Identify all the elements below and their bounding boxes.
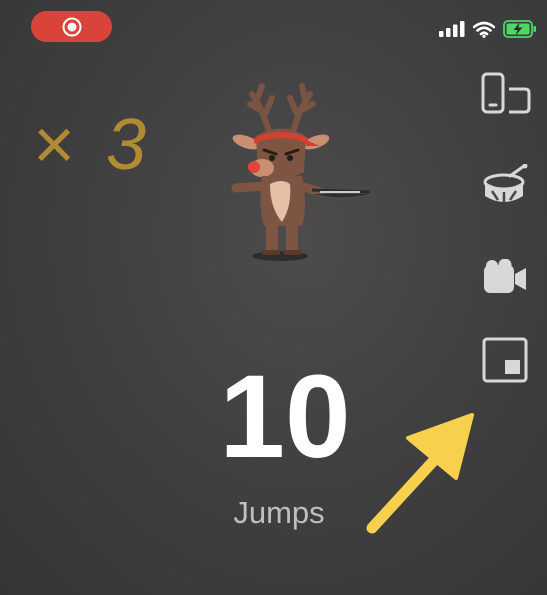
reindeer-icon bbox=[231, 83, 373, 261]
device-rotate-icon bbox=[481, 72, 531, 114]
camera-button[interactable] bbox=[474, 247, 536, 307]
video-camera-icon bbox=[484, 259, 526, 293]
screen-recording-indicator[interactable] bbox=[31, 11, 112, 42]
pointer-arrow-icon bbox=[366, 413, 474, 534]
record-icon bbox=[62, 17, 81, 36]
battery-charging-icon bbox=[503, 20, 536, 38]
picture-in-picture-icon bbox=[482, 337, 528, 383]
wifi-icon bbox=[473, 21, 495, 38]
signal-icon bbox=[439, 21, 465, 37]
drum-button[interactable] bbox=[474, 156, 536, 216]
combo-multiplier: × 3 bbox=[32, 105, 153, 185]
status-bar bbox=[439, 20, 537, 38]
picture-in-picture-button[interactable] bbox=[474, 330, 536, 390]
game-screen: × 3 10 Jumps bbox=[0, 0, 547, 595]
jump-count-label: Jumps bbox=[233, 495, 325, 530]
rotate-device-button[interactable] bbox=[474, 64, 536, 124]
drum-icon bbox=[483, 164, 528, 202]
jump-count: 10 bbox=[219, 351, 351, 483]
